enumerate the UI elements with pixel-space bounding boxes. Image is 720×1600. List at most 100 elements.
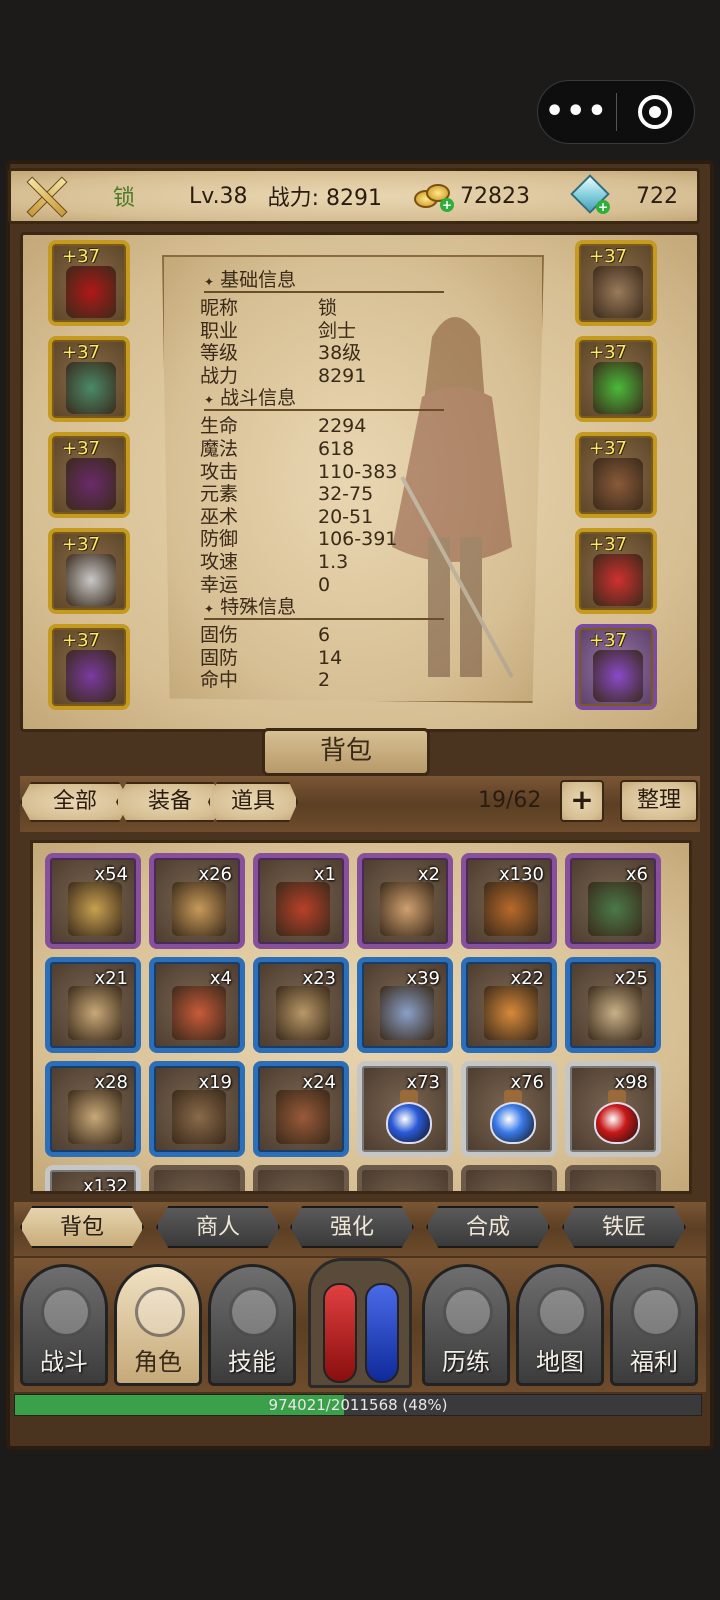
equip-slot-right-3[interactable]: +37 (575, 528, 657, 614)
subnav-blacksmith[interactable]: 铁匠 (562, 1206, 686, 1248)
nav-label: 地图 (536, 1348, 584, 1376)
subnav-craft[interactable]: 合成 (426, 1206, 550, 1248)
item-quantity: x19 (198, 1072, 232, 1093)
coin-bag-icon (484, 882, 538, 936)
miniprogram-capsule: ••• (537, 80, 695, 144)
inventory-slot[interactable]: x23 (253, 957, 349, 1053)
item-quantity: x73 (406, 1072, 440, 1093)
red-potion-icon (592, 1090, 642, 1146)
inventory-slot[interactable]: x2 (357, 853, 453, 949)
inventory-slot[interactable]: x1 (253, 853, 349, 949)
main-navigation: 战斗 角色 技能 历练 地图 福利 (14, 1258, 706, 1392)
gem-amount: 722 (635, 183, 678, 209)
subnav-merchant[interactable]: 商人 (156, 1206, 280, 1248)
filter-equipment[interactable]: 装备 (116, 782, 224, 822)
item-quantity: x4 (209, 968, 232, 989)
compass-map-icon (68, 986, 122, 1040)
equip-slot-right-0[interactable]: +37 (575, 240, 657, 326)
inventory-slot[interactable]: x28 (45, 1061, 141, 1157)
hp-mp-orbs (308, 1258, 412, 1388)
enhance-level: +37 (62, 534, 100, 555)
inventory-slot[interactable]: x130 (461, 853, 557, 949)
inventory-slot[interactable]: x25 (565, 957, 661, 1053)
filter-all[interactable]: 全部 (20, 782, 130, 822)
inventory-slot[interactable]: x76 (461, 1061, 557, 1157)
item-quantity: x76 (510, 1072, 544, 1093)
inventory-slot[interactable]: x132 (45, 1165, 141, 1191)
nav-map[interactable]: 地图 (516, 1264, 604, 1386)
inventory-slot[interactable]: x22 (461, 957, 557, 1053)
empty-inventory-slot[interactable] (565, 1165, 661, 1191)
sort-button[interactable]: 整理 (620, 780, 698, 822)
nav-rewards[interactable]: 福利 (610, 1264, 698, 1386)
stat-value: 2 (318, 669, 331, 692)
expand-backpack-button[interactable]: + (560, 780, 604, 822)
item-quantity: x39 (406, 968, 440, 989)
nav-label: 福利 (630, 1348, 678, 1376)
sub-navigation: 背包 商人 强化 合成 铁匠 (14, 1202, 706, 1256)
rune-stone-icon (588, 882, 642, 936)
equip-slot-left-2[interactable]: +37 (48, 432, 130, 518)
rune-map-icon (380, 882, 434, 936)
inventory-slot[interactable]: x73 (357, 1061, 453, 1157)
inventory-slot[interactable]: x6 (565, 853, 661, 949)
gem-icon[interactable]: + (570, 174, 610, 216)
inventory-slot[interactable]: x4 (149, 957, 245, 1053)
subnav-enhance[interactable]: 强化 (290, 1206, 414, 1248)
item-quantity: x21 (94, 968, 128, 989)
filter-items[interactable]: 道具 (208, 782, 298, 822)
enhance-level: +37 (589, 630, 627, 651)
inventory-slot[interactable]: x39 (357, 957, 453, 1053)
mp-orb (365, 1283, 399, 1383)
enhance-level: +37 (589, 246, 627, 267)
close-miniprogram-button[interactable] (617, 81, 695, 143)
inventory-slot[interactable]: x54 (45, 853, 141, 949)
inventory-slot[interactable]: x98 (565, 1061, 661, 1157)
nav-character[interactable]: 角色 (114, 1264, 202, 1386)
status-bar: 锁 Lv.38 战力: 8291 + 72823 + 722 (8, 168, 700, 224)
crossed-swords-icon (19, 168, 75, 224)
equip-slot-left-1[interactable]: +37 (48, 336, 130, 422)
demon-mask-icon (229, 1287, 279, 1337)
empty-inventory-slot[interactable] (149, 1165, 245, 1191)
nav-skills[interactable]: 技能 (208, 1264, 296, 1386)
subnav-backpack[interactable]: 背包 (20, 1206, 144, 1248)
equip-slot-left-3[interactable]: +37 (48, 528, 130, 614)
enhance-level: +37 (62, 342, 100, 363)
player-power: 战力: 8291 (267, 186, 382, 211)
nav-training[interactable]: 历练 (422, 1264, 510, 1386)
nav-battle[interactable]: 战斗 (20, 1264, 108, 1386)
nav-label: 战斗 (40, 1348, 88, 1376)
equip-slot-left-4[interactable]: +37 (48, 624, 130, 710)
equip-slot-right-4[interactable]: +37 (575, 624, 657, 710)
empty-inventory-slot[interactable] (253, 1165, 349, 1191)
inventory-slot[interactable]: x26 (149, 853, 245, 949)
equip-slot-right-2[interactable]: +37 (575, 432, 657, 518)
trident-icon (135, 1287, 185, 1337)
empty-inventory-slot[interactable] (357, 1165, 453, 1191)
inventory-grid: x54 x26 x1 x2 x130 x6 x21 x4 x23 x39 x22 x25 x28 x19 x… (30, 840, 692, 1194)
treasure-chest-icon (631, 1287, 681, 1337)
item-quantity: x130 (498, 864, 544, 885)
enhance-level: +37 (62, 630, 100, 651)
spiral-icon (443, 1287, 493, 1337)
equip-slot-right-1[interactable]: +37 (575, 336, 657, 422)
stats-section-title: 基础信息 (204, 265, 296, 292)
rune-parchment-icon (276, 986, 330, 1040)
stat-row: 命中 2 (200, 665, 460, 692)
inventory-slot[interactable]: x24 (253, 1061, 349, 1157)
more-button[interactable]: ••• (538, 81, 616, 143)
equip-slot-left-0[interactable]: +37 (48, 240, 130, 326)
gold-coins-icon[interactable]: + (410, 180, 454, 212)
hp-orb (323, 1283, 357, 1383)
scroll-icon (172, 882, 226, 936)
silver-ring-icon (66, 554, 116, 606)
spell-book-icon (380, 986, 434, 1040)
item-quantity: x98 (614, 1072, 648, 1093)
backpack-count: 19/62 (478, 788, 542, 813)
inventory-slot[interactable]: x19 (149, 1061, 245, 1157)
bracer-icon (593, 458, 643, 510)
player-level: Lv.38 (189, 183, 248, 209)
inventory-slot[interactable]: x21 (45, 957, 141, 1053)
empty-inventory-slot[interactable] (461, 1165, 557, 1191)
